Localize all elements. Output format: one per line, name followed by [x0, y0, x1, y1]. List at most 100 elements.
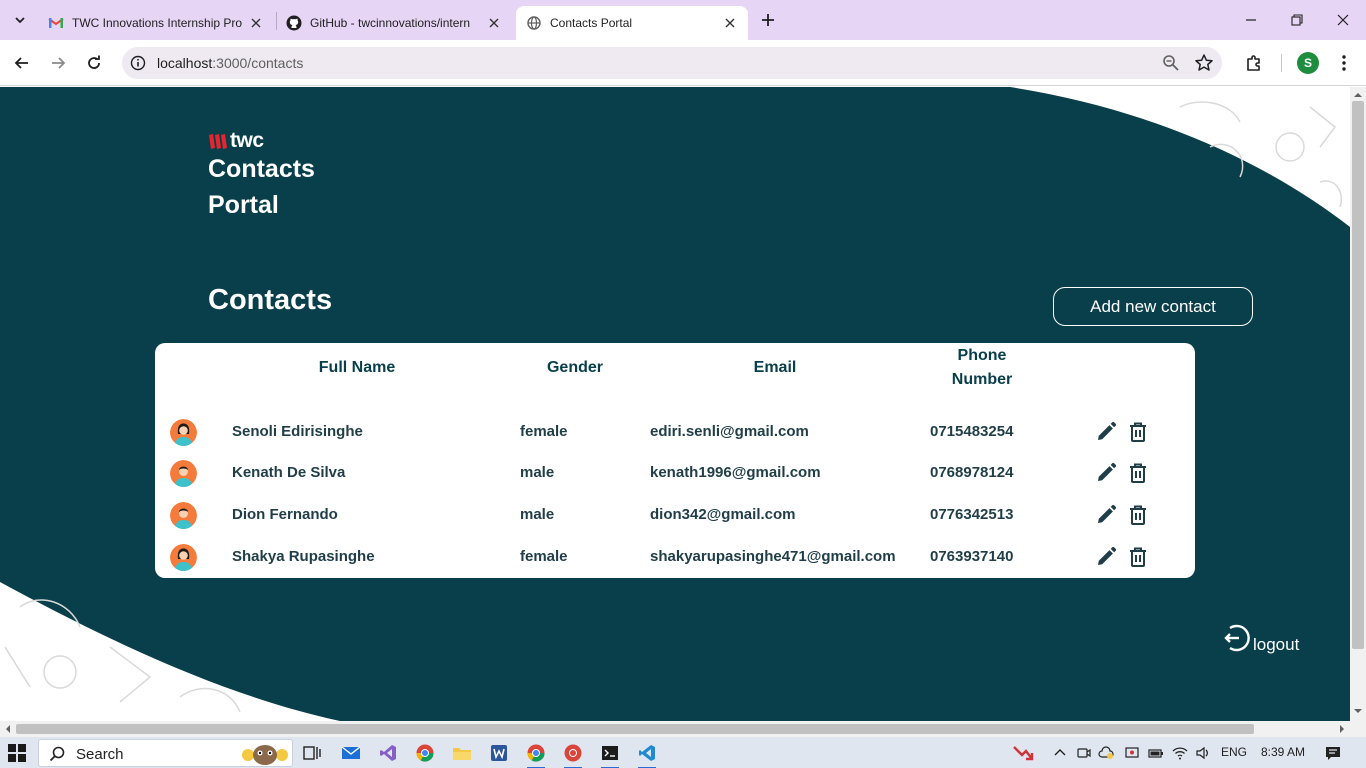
github-icon	[286, 15, 302, 31]
delete-trash-icon[interactable]	[1127, 504, 1149, 526]
taskbar-vscode[interactable]	[636, 742, 658, 768]
page-viewport: twc Contacts Portal Contacts Add new con…	[0, 87, 1350, 721]
terminal-icon	[602, 746, 618, 760]
taskbar-chrome-profile[interactable]	[562, 742, 584, 768]
contact-email: kenath1996@gmail.com	[650, 464, 821, 481]
chevron-down-icon	[15, 17, 25, 24]
task-view-button[interactable]	[301, 742, 323, 764]
contact-name: Senoli Edirisinghe	[232, 423, 363, 440]
horizontal-scroll-thumb[interactable]	[16, 724, 1254, 734]
contact-phone: 0776342513	[930, 506, 1014, 523]
arrow-left-icon	[14, 57, 28, 69]
battery-icon[interactable]	[1148, 745, 1164, 761]
back-button[interactable]	[10, 51, 34, 75]
meet-camera-icon[interactable]	[1076, 745, 1092, 761]
contact-name: Kenath De Silva	[232, 464, 346, 481]
search-highlight-illustration	[242, 745, 288, 765]
delete-trash-icon[interactable]	[1127, 546, 1149, 568]
arrow-right-icon	[52, 57, 66, 69]
taskbar-search-box[interactable]: Search	[38, 739, 293, 767]
globe-icon	[526, 15, 542, 31]
edit-pencil-icon[interactable]	[1095, 504, 1117, 526]
edit-pencil-icon[interactable]	[1095, 462, 1117, 484]
tab-github[interactable]: GitHub - twcinnovations/intern	[276, 6, 512, 40]
add-new-contact-button[interactable]: Add new contact	[1053, 287, 1253, 326]
taskbar-visual-studio[interactable]	[377, 742, 399, 764]
contact-email: shakyarupasinghe471@gmail.com	[650, 548, 896, 565]
notifications-icon[interactable]	[1325, 745, 1341, 761]
reload-button[interactable]	[82, 51, 106, 75]
search-icon	[49, 746, 65, 762]
female-avatar-icon	[170, 544, 197, 571]
close-tab-icon[interactable]	[722, 15, 738, 31]
address-bar[interactable]: localhost:3000/contacts	[122, 47, 1222, 79]
taskbar-file-explorer[interactable]	[451, 742, 473, 764]
delete-trash-icon[interactable]	[1127, 421, 1149, 443]
taskbar-chrome[interactable]	[414, 742, 436, 764]
female-avatar-icon	[170, 419, 197, 446]
scrollbar-corner	[1350, 721, 1366, 737]
column-header-email: Email	[753, 359, 797, 376]
restore-icon	[1291, 14, 1303, 26]
chrome-icon	[527, 744, 545, 762]
gmail-icon	[48, 15, 64, 31]
close-tab-icon[interactable]	[248, 15, 264, 31]
table-row: Kenath De Silva male kenath1996@gmail.co…	[155, 455, 1195, 491]
extensions-button[interactable]	[1242, 51, 1266, 75]
bookmark-star-icon[interactable]	[1194, 53, 1214, 73]
column-header-phone-number: Phone Number	[951, 347, 1013, 388]
tab-search-button[interactable]	[8, 8, 32, 32]
contact-name: Dion Fernando	[232, 506, 338, 523]
language-indicator[interactable]: ENG	[1221, 745, 1247, 759]
scroll-left-arrow-icon[interactable]	[4, 725, 12, 733]
chrome-icon	[416, 744, 434, 762]
close-tab-icon[interactable]	[486, 15, 502, 31]
forward-button[interactable]	[46, 51, 70, 75]
site-info-icon[interactable]	[130, 55, 146, 71]
wifi-icon[interactable]	[1172, 745, 1188, 761]
minimize-button[interactable]	[1228, 0, 1274, 40]
device-monitor-icon[interactable]	[1124, 745, 1140, 761]
new-tab-button[interactable]	[756, 8, 780, 32]
task-view-icon	[303, 746, 321, 760]
edit-pencil-icon[interactable]	[1095, 546, 1117, 568]
male-avatar-icon	[170, 502, 197, 529]
search-label: Search	[76, 746, 124, 763]
edit-pencil-icon[interactable]	[1095, 421, 1117, 443]
taskbar-word[interactable]	[488, 742, 510, 764]
taskbar-chrome-active[interactable]	[525, 742, 547, 768]
restore-button[interactable]	[1274, 0, 1320, 40]
tab-title: GitHub - twcinnovations/intern	[310, 16, 471, 30]
cloud-sync-icon[interactable]	[1098, 745, 1114, 761]
tab-gmail[interactable]: TWC Innovations Internship Pro	[38, 6, 274, 40]
volume-icon[interactable]	[1195, 745, 1211, 761]
vertical-scroll-thumb[interactable]	[1352, 101, 1364, 649]
horizontal-scrollbar[interactable]	[0, 721, 1350, 737]
toolbar-divider	[1281, 54, 1282, 72]
scroll-up-arrow-icon[interactable]	[1354, 91, 1362, 99]
scroll-down-arrow-icon[interactable]	[1354, 707, 1362, 715]
zoom-icon[interactable]	[1162, 54, 1180, 72]
taskbar-terminal[interactable]	[599, 742, 621, 768]
taskbar-mail[interactable]	[340, 742, 362, 764]
delete-trash-icon[interactable]	[1127, 462, 1149, 484]
tab-contacts-portal[interactable]: Contacts Portal	[516, 6, 748, 40]
close-window-button[interactable]	[1320, 0, 1366, 40]
logout-button[interactable]: logout	[1222, 623, 1299, 654]
folder-icon	[453, 748, 471, 760]
stock-chart-widget-icon[interactable]	[1012, 742, 1034, 764]
browser-menu-button[interactable]	[1334, 51, 1354, 75]
contact-email: dion342@gmail.com	[650, 506, 796, 523]
scroll-right-arrow-icon[interactable]	[1338, 725, 1346, 733]
contact-phone: 0763937140	[930, 548, 1014, 565]
windows-start-icon[interactable]	[8, 744, 26, 762]
chevron-up-icon[interactable]	[1052, 745, 1068, 761]
profile-avatar[interactable]: S	[1297, 52, 1319, 74]
clock-time[interactable]: 8:39 AM	[1261, 745, 1305, 759]
reload-icon	[88, 55, 100, 69]
minimize-icon	[1246, 19, 1256, 21]
url-text[interactable]: localhost:3000/contacts	[157, 55, 303, 71]
contact-phone: 0768978124	[930, 464, 1014, 481]
twc-logo-mark-icon	[209, 134, 227, 149]
vertical-scrollbar[interactable]	[1350, 87, 1366, 721]
